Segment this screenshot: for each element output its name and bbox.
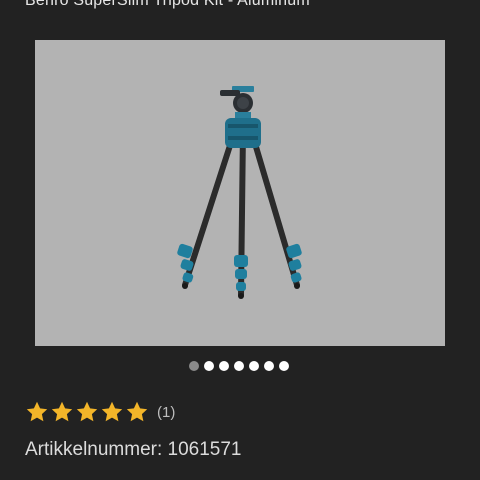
star-icon	[126, 401, 148, 422]
star-icon	[26, 401, 48, 422]
product-image-gallery[interactable]	[35, 40, 445, 346]
gallery-dot-2[interactable]	[204, 361, 214, 371]
tripod-image[interactable]	[35, 40, 445, 346]
gallery-dot-3[interactable]	[219, 361, 229, 371]
star-icon	[51, 401, 73, 422]
star-icon	[76, 401, 98, 422]
gallery-dot-6[interactable]	[264, 361, 274, 371]
gallery-dot-5[interactable]	[249, 361, 259, 371]
star-icon	[101, 401, 123, 422]
gallery-dot-1[interactable]	[189, 361, 199, 371]
rating-stars	[25, 400, 149, 424]
product-rating[interactable]: (1)	[25, 398, 175, 426]
sku-label: Artikkelnummer: 1061571	[25, 439, 242, 460]
gallery-pagination	[189, 361, 289, 371]
gallery-dot-4[interactable]	[234, 361, 244, 371]
product-title: Benro SuperSlim Tripod Kit - Aluminum	[25, 0, 310, 9]
product-page: Benro SuperSlim Tripod Kit - Aluminum (1…	[0, 0, 480, 480]
gallery-dot-7[interactable]	[279, 361, 289, 371]
rating-count[interactable]: (1)	[157, 404, 175, 421]
